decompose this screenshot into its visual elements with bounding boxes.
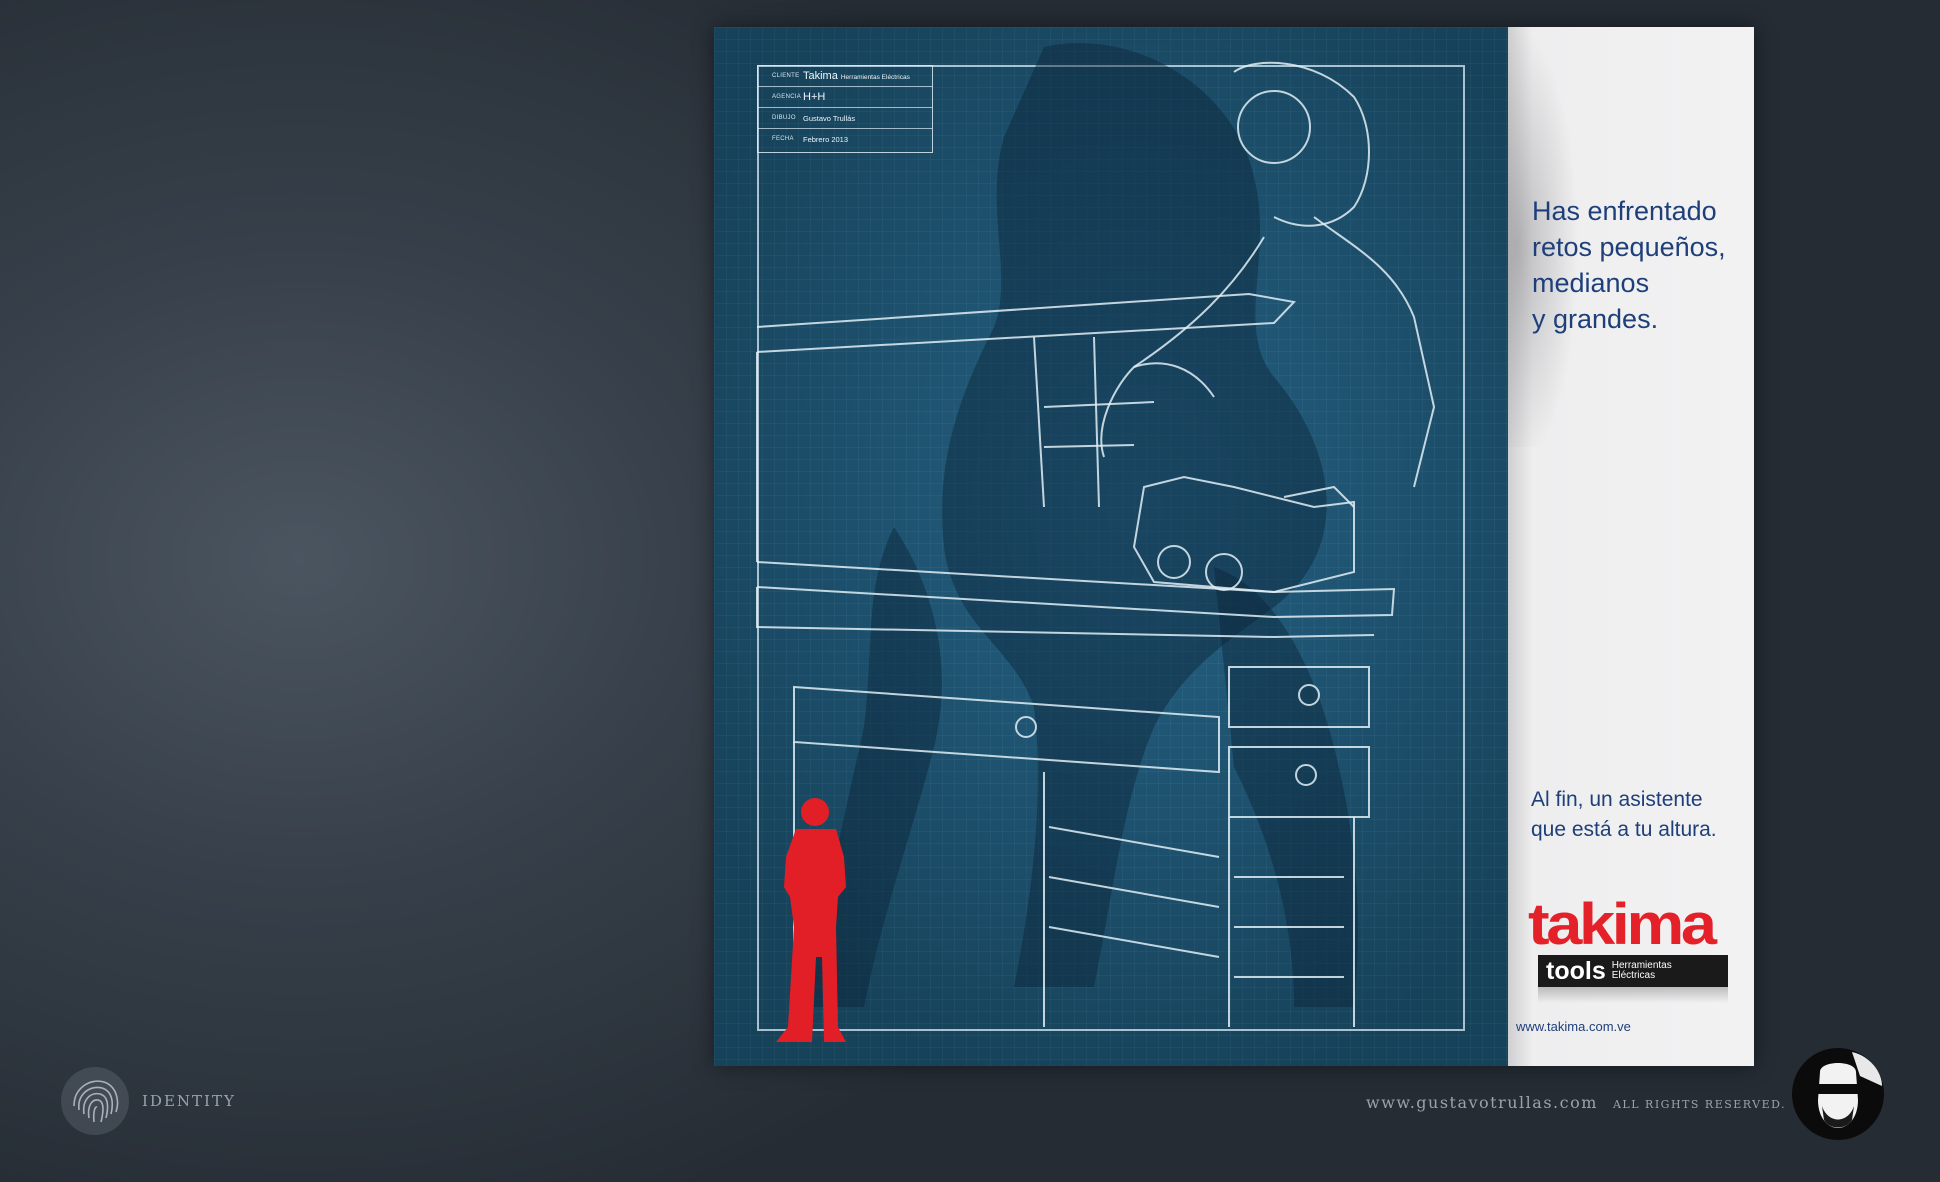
avatar-sticker-icon[interactable] — [1790, 1046, 1886, 1142]
brand-url: www.takima.com.ve — [1516, 1019, 1631, 1034]
ad-copy-panel: Has enfrentado retos pequeños, medianos … — [1508, 27, 1754, 1066]
ad-tagline: Al fin, un asistente que está a tu altur… — [1531, 788, 1717, 841]
drawing-author: Gustavo Trullás — [803, 113, 856, 123]
logo-wordmark: takima — [1528, 892, 1717, 957]
identity-label: IDENTITY — [142, 1092, 236, 1110]
logo-tools-bar: tools Herramientas Eléctricas — [1538, 955, 1728, 987]
client-name: Takima — [803, 70, 838, 82]
logo-reflection — [1538, 987, 1728, 1003]
drawing-title-block: CLIENTE Takima Herramientas Eléctricas AG… — [757, 65, 933, 153]
footer-credits: www.gustavotrullas.com ALL RIGHTS RESERV… — [1366, 1093, 1786, 1112]
title-row-date: FECHA Febrero 2013 — [772, 134, 849, 144]
fingerprint-icon — [61, 1067, 129, 1135]
rights-text: ALL RIGHTS RESERVED. — [1612, 1098, 1787, 1111]
site-link[interactable]: www.gustavotrullas.com — [1366, 1093, 1598, 1112]
identity-section-link[interactable]: IDENTITY — [60, 1066, 236, 1136]
title-row-drawing: DIBUJO Gustavo Trullás — [758, 108, 932, 129]
agency-name: H+H — [803, 91, 826, 103]
title-row-agency: AGENCIA H+H — [758, 87, 932, 108]
title-row-client: CLIENTE Takima Herramientas Eléctricas — [758, 66, 932, 87]
workbench-sketch — [756, 43, 1436, 1042]
client-detail: Herramientas Eléctricas — [840, 74, 910, 81]
drawing-date: Febrero 2013 — [803, 134, 849, 144]
ad-poster: CLIENTE Takima Herramientas Eléctricas AG… — [714, 27, 1754, 1066]
blueprint-area: CLIENTE Takima Herramientas Eléctricas AG… — [714, 27, 1508, 1066]
ad-headline: Has enfrentado retos pequeños, medianos … — [1532, 196, 1726, 334]
